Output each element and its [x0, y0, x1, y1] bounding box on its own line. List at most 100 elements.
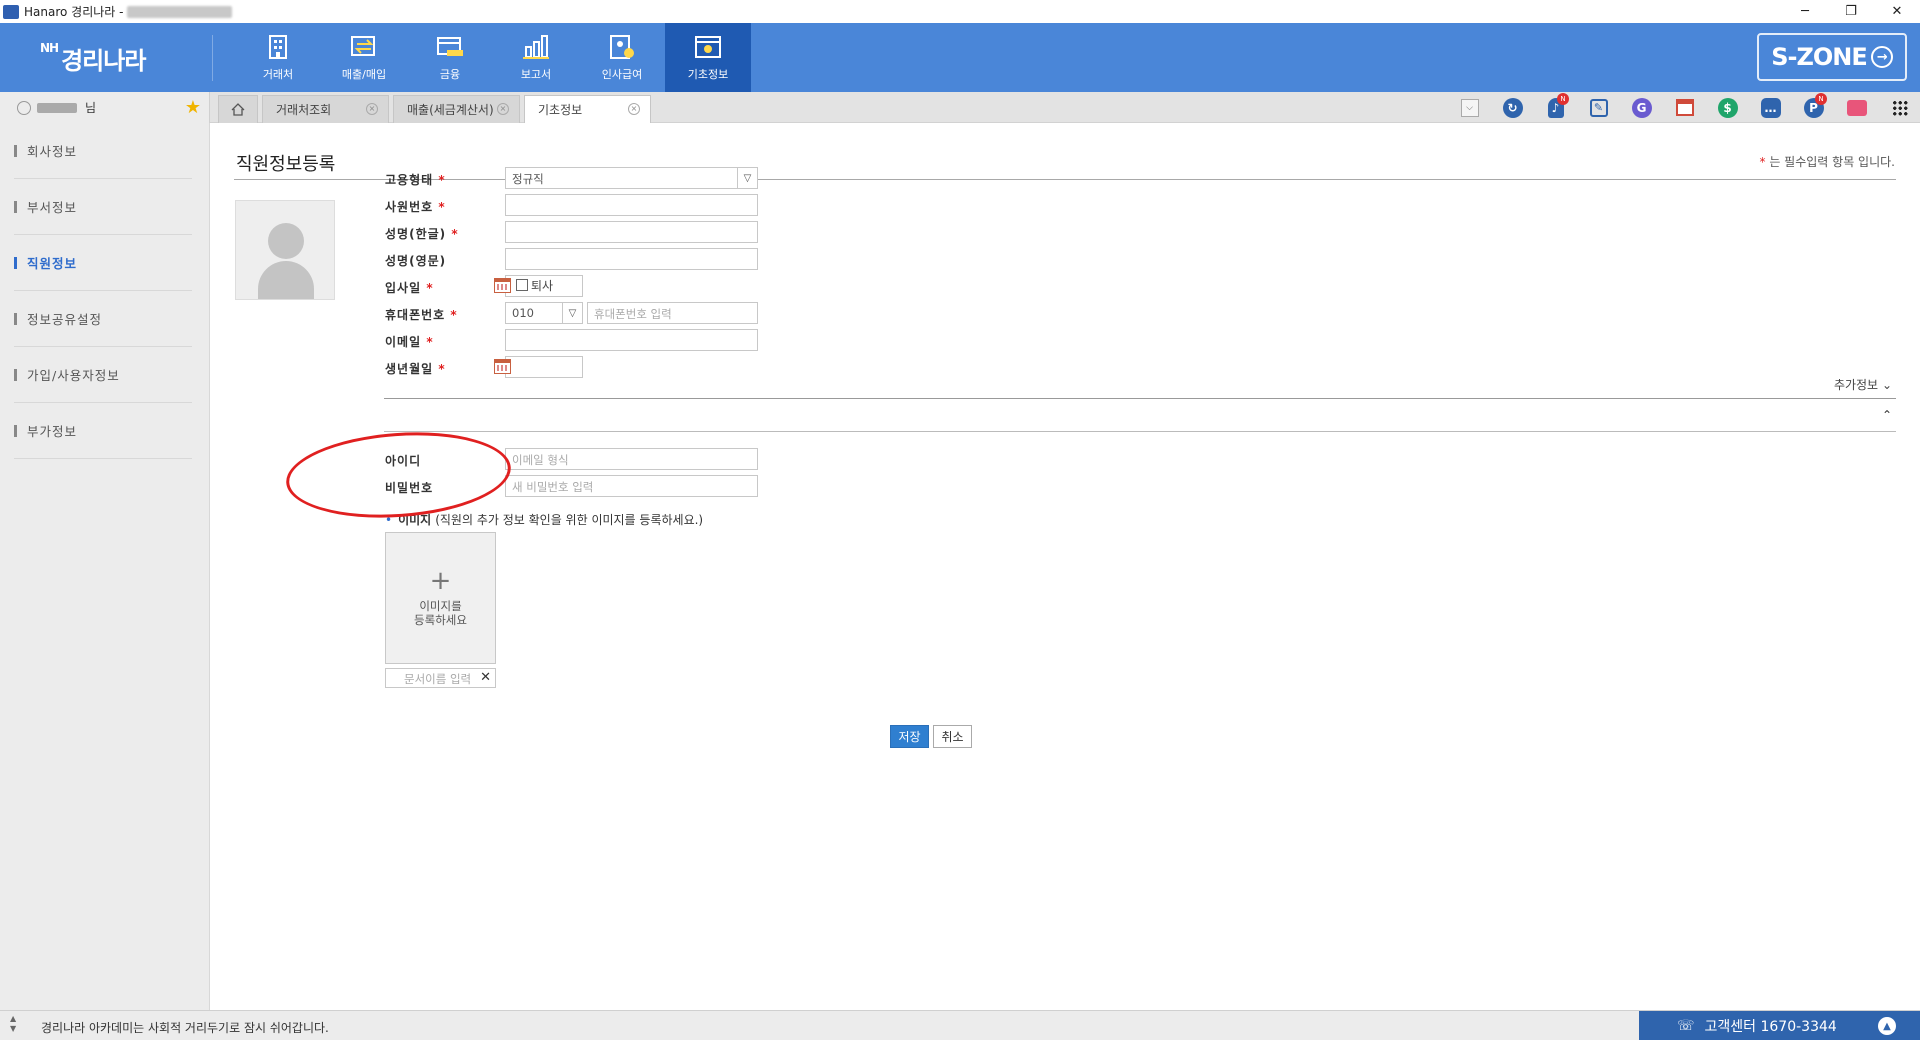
menu-item-hr-payroll[interactable]: 인사급여	[579, 23, 665, 92]
tab-home[interactable]	[218, 95, 258, 123]
calendar-icon[interactable]	[1671, 94, 1698, 121]
menu-item-basic-info[interactable]: 기초정보	[665, 23, 751, 92]
toolbar-icons: ⌵ ↻ ♪ N ✎ G $ … PN	[1440, 93, 1920, 121]
cancel-button[interactable]: 취소	[933, 725, 972, 748]
plus-icon: +	[429, 566, 452, 596]
required-mark: *	[450, 308, 458, 322]
sidebar-item-company-info[interactable]: 회사정보	[14, 123, 192, 179]
edit-icon[interactable]: ✎	[1585, 94, 1612, 121]
dropdown-icon[interactable]: ⌵	[1456, 94, 1483, 121]
tab-close-icon[interactable]: ×	[628, 103, 640, 115]
label-text: 생년월일	[385, 362, 434, 376]
mobile-prefix-select[interactable]: 010 ▽	[505, 302, 583, 324]
menu-label: 금융	[439, 67, 461, 81]
szone-label: S-ZONE	[1771, 43, 1868, 71]
tab-basic-info[interactable]: 기초정보 ×	[524, 95, 651, 123]
birth-date-field[interactable]	[505, 356, 583, 378]
calendar-icon[interactable]	[494, 359, 511, 374]
bell-icon[interactable]: ♪ N	[1542, 93, 1569, 121]
save-button[interactable]: 저장	[890, 725, 929, 748]
menu-item-reports[interactable]: 보고서	[493, 23, 579, 92]
mobile-number-field[interactable]: 휴대폰번호 입력	[587, 302, 758, 324]
chevron-down-icon: ▽	[737, 168, 757, 188]
employee-no-label: 사원번호 *	[385, 198, 446, 215]
refresh-icon[interactable]: ↻	[1499, 94, 1526, 121]
image-upload-box[interactable]: + 이미지를 등록하세요	[385, 532, 496, 664]
more-info-toggle[interactable]: 추가정보 ⌄	[1834, 376, 1892, 393]
window-controls: ─ ❐ ✕	[1782, 0, 1920, 23]
tab-close-icon[interactable]: ×	[497, 103, 509, 115]
resigned-checkbox[interactable]	[516, 279, 528, 291]
profile-photo-placeholder[interactable]	[235, 200, 335, 300]
sidebar-item-employee-info[interactable]: 직원정보	[14, 235, 192, 291]
label-text: 고용형태	[385, 173, 434, 187]
chevron-up-icon[interactable]: ▲	[1878, 1017, 1896, 1035]
password-field[interactable]: 새 비밀번호 입력	[505, 475, 758, 497]
call-center-text: 고객센터 1670-3344	[1704, 1019, 1837, 1035]
menu-label: 기초정보	[687, 67, 729, 81]
window-title: Hanaro 경리나라 -	[24, 5, 124, 19]
employee-no-field[interactable]	[505, 194, 758, 216]
tab-label: 거래처조회	[276, 103, 332, 117]
tab-tax-invoice[interactable]: 매출(세금계산서) ×	[393, 95, 520, 123]
card-icon	[437, 36, 463, 56]
notification-badge: N	[1557, 93, 1569, 105]
chevron-up-icon[interactable]: ⌃	[1882, 408, 1892, 422]
sidebar-item-department-info[interactable]: 부서정보	[14, 179, 192, 235]
tab-close-icon[interactable]: ×	[366, 103, 378, 115]
document-name-field[interactable]: 문서이름 입력 ✕	[385, 668, 496, 688]
card-icon[interactable]	[1843, 94, 1870, 121]
image-section-title: • 이미지 (직원의 추가 정보 확인을 위한 이미지를 등록하세요.)	[385, 511, 703, 528]
scroll-arrows-icon[interactable]: ▲ ▼	[10, 1014, 16, 1034]
chat-icon[interactable]: …	[1757, 94, 1784, 121]
email-field[interactable]	[505, 329, 758, 351]
logo-prefix: NH	[40, 41, 59, 55]
status-bar: ▲ ▼ 경리나라 아카데미는 사회적 거리두기로 잠시 쉬어갑니다. ☏ 고객센터…	[0, 1010, 1920, 1040]
apps-grid-icon[interactable]	[1886, 94, 1913, 121]
required-mark: *	[451, 227, 459, 241]
sidebar-item-additional-info[interactable]: 부가정보	[14, 403, 192, 459]
menu-item-sales-purchase[interactable]: 매출/매입	[321, 23, 407, 92]
clear-icon[interactable]: ✕	[480, 670, 491, 685]
name-en-field[interactable]	[505, 248, 758, 270]
top-navigation: NH 경리나라 거래처 매출/매입 금융 보고서 인사급여 기초정보 S-ZONE	[0, 23, 1920, 92]
name-en-label: 성명(영문)	[385, 252, 446, 269]
redacted-user-name	[37, 102, 77, 113]
avatar-body-icon	[258, 261, 314, 299]
calendar-icon[interactable]	[494, 278, 511, 293]
user-info: 님 ★	[0, 92, 210, 123]
more-info-label: 추가정보	[1833, 378, 1879, 392]
p-icon[interactable]: PN	[1800, 93, 1827, 121]
sidebar-item-info-sharing[interactable]: 정보공유설정	[14, 291, 192, 347]
employment-type-select[interactable]: 정규직 ▽	[505, 167, 758, 189]
join-date-label: 입사일 *	[385, 279, 434, 296]
required-mark: *	[426, 335, 434, 349]
g-icon[interactable]: G	[1628, 94, 1655, 121]
bar-chart-icon	[523, 34, 549, 59]
required-mark: *	[1759, 155, 1766, 169]
sidebar-item-user-info[interactable]: 가입/사용자정보	[14, 347, 192, 403]
tab-bar: 님 ★ 거래처조회 × 매출(세금계산서) × 기초정보 × ⌵ ↻ ♪ N ✎ …	[0, 92, 1920, 123]
dollar-icon[interactable]: $	[1714, 94, 1741, 121]
divider	[234, 179, 1896, 180]
required-note-text: 는 필수입력 항목 입니다.	[1769, 155, 1895, 169]
tab-client-search[interactable]: 거래처조회 ×	[262, 95, 389, 123]
minimize-button[interactable]: ─	[1782, 0, 1828, 23]
resigned-label: 퇴사	[531, 279, 554, 293]
restore-button[interactable]: ❐	[1828, 0, 1874, 23]
id-field[interactable]: 이메일 형식	[505, 448, 758, 470]
name-kr-field[interactable]	[505, 221, 758, 243]
logo[interactable]: NH 경리나라	[40, 41, 146, 76]
menu-item-clients[interactable]: 거래처	[235, 23, 321, 92]
menu-item-finance[interactable]: 금융	[407, 23, 493, 92]
call-center-button[interactable]: ☏ 고객센터 1670-3344 ▲	[1639, 1011, 1920, 1040]
building-icon	[269, 34, 287, 59]
star-icon[interactable]: ★	[185, 97, 201, 118]
required-mark: *	[438, 200, 446, 214]
nav-divider	[212, 35, 213, 81]
menu-label: 보고서	[520, 67, 552, 81]
close-window-button[interactable]: ✕	[1874, 0, 1920, 23]
upload-text-line1: 이미지를	[419, 599, 462, 613]
label-text: 성명(영문)	[385, 254, 447, 268]
szone-button[interactable]: S-ZONE →	[1757, 33, 1907, 81]
